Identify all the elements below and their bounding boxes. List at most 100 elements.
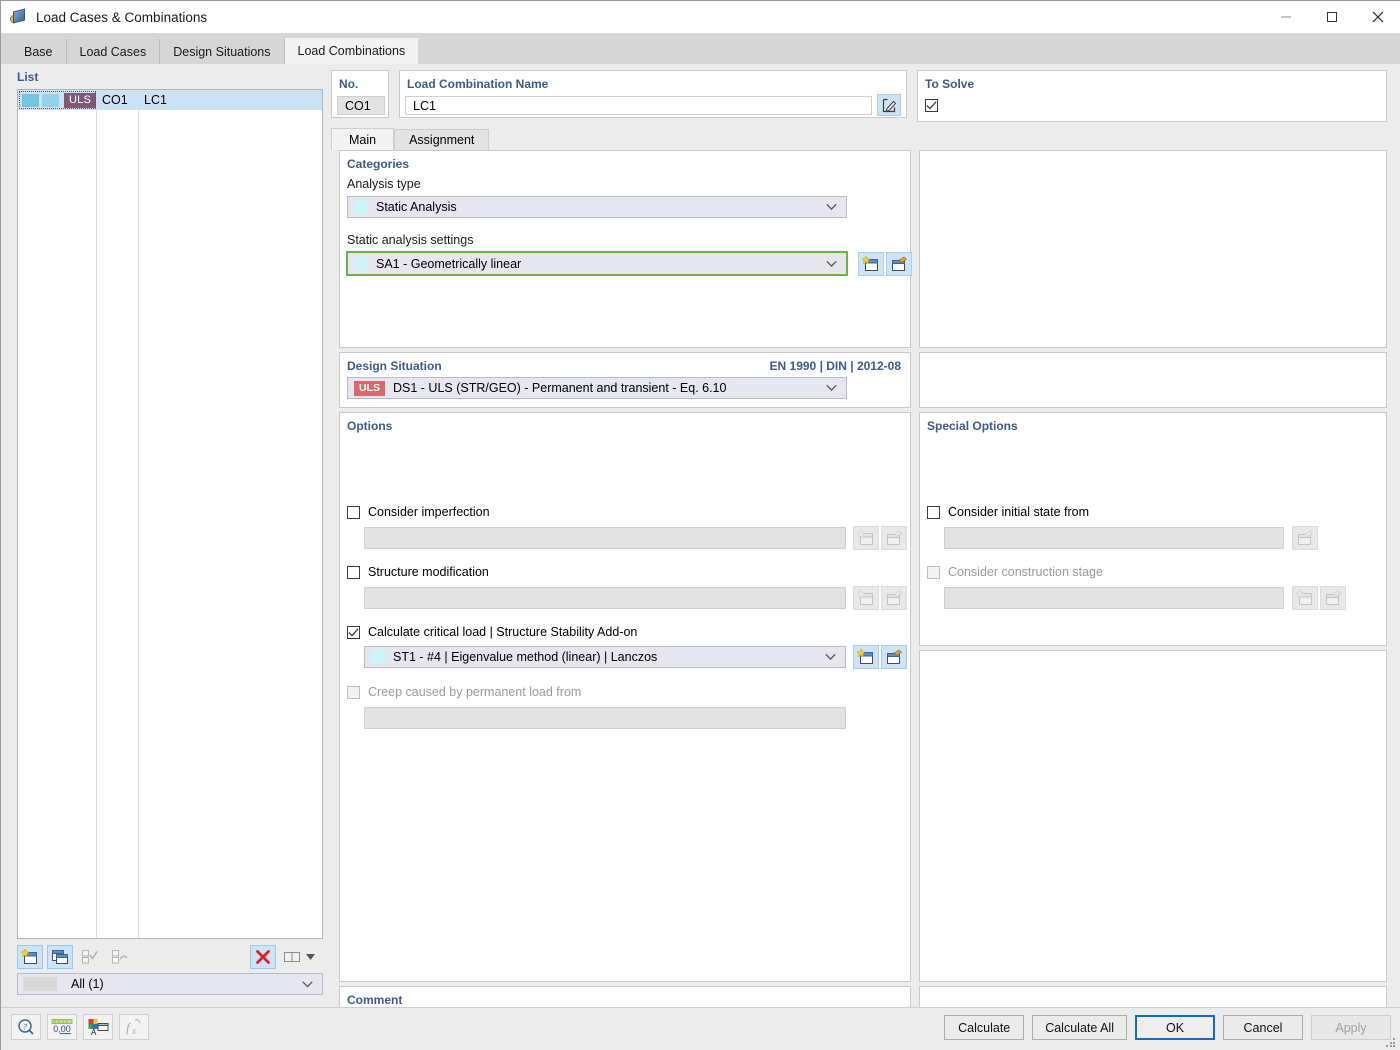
- row-number: CO1: [102, 93, 128, 107]
- edit-stability-settings-button[interactable]: [881, 645, 907, 669]
- status-icon-bar: ? 0,00: [11, 1014, 155, 1040]
- tab-main[interactable]: Main: [331, 128, 394, 150]
- inner-tab-strip: Main Assignment: [331, 128, 1387, 150]
- special-options-legend: Special Options: [927, 419, 1018, 433]
- ok-button[interactable]: OK: [1135, 1015, 1215, 1040]
- edit-construction-stage-button: [1320, 586, 1346, 610]
- new-static-settings-button[interactable]: [858, 252, 884, 276]
- static-settings-color-chip: [354, 257, 368, 271]
- new-structure-modification-button: [853, 586, 879, 610]
- consider-construction-stage-label: Consider construction stage: [948, 565, 1103, 579]
- tab-assignment[interactable]: Assignment: [394, 129, 489, 150]
- edit-structure-modification-button: [881, 586, 907, 610]
- calculate-critical-load-row[interactable]: Calculate critical load | Structure Stab…: [347, 625, 637, 639]
- display-settings-icon[interactable]: A: [83, 1014, 113, 1040]
- structure-modification-checkbox[interactable]: [347, 566, 360, 579]
- dialog-footer: ? 0,00: [1, 1007, 1400, 1050]
- list-filter-combo[interactable]: All (1): [17, 973, 323, 995]
- new-stability-settings-button[interactable]: [853, 645, 879, 669]
- copy-item-button[interactable]: [47, 945, 73, 969]
- tab-load-combinations[interactable]: Load Combinations: [285, 38, 420, 64]
- help-magnifier-icon[interactable]: ?: [11, 1014, 41, 1040]
- tab-load-cases[interactable]: Load Cases: [67, 39, 161, 64]
- number-value: CO1: [345, 99, 371, 113]
- edit-imperfection-button: [881, 526, 907, 550]
- categories-group: Categories Analysis type Static Analysis…: [339, 150, 911, 348]
- consider-imperfection-label: Consider imperfection: [368, 505, 490, 519]
- tab-design-situations[interactable]: Design Situations: [160, 39, 284, 64]
- analysis-type-color-chip: [354, 200, 368, 214]
- invert-selection-button: [107, 945, 133, 969]
- to-solve-checkbox[interactable]: [925, 99, 938, 112]
- consider-imperfection-checkbox[interactable]: [347, 506, 360, 519]
- imperfection-field: [364, 527, 846, 549]
- new-item-button[interactable]: [17, 945, 43, 969]
- combinations-list[interactable]: ULS CO1 LC1: [17, 89, 323, 939]
- app-icon: [10, 8, 28, 26]
- creep-label: Creep caused by permanent load from: [368, 685, 581, 699]
- chevron-down-icon: [826, 385, 837, 392]
- consider-initial-state-label: Consider initial state from: [948, 505, 1089, 519]
- name-group: Load Combination Name LC1: [399, 70, 907, 118]
- view-layout-dropdown-arrow[interactable]: [306, 953, 315, 962]
- calculate-all-button[interactable]: Calculate All: [1032, 1015, 1127, 1040]
- minimize-button[interactable]: [1263, 1, 1309, 33]
- close-button[interactable]: [1355, 1, 1400, 33]
- edit-pencil-icon[interactable]: [877, 94, 901, 116]
- number-group: No. CO1: [331, 70, 389, 118]
- window-controls: [1263, 1, 1400, 33]
- chevron-down-icon: [826, 204, 837, 211]
- name-label: Load Combination Name: [407, 77, 548, 91]
- design-situation-combo[interactable]: ULS DS1 - ULS (STR/GEO) - Permanent and …: [347, 377, 847, 399]
- to-solve-label: To Solve: [925, 77, 974, 91]
- stability-settings-value: ST1 - #4 | Eigenvalue method (linear) | …: [393, 650, 657, 664]
- consider-initial-state-checkbox[interactable]: [927, 506, 940, 519]
- analysis-type-label: Analysis type: [347, 177, 421, 191]
- resize-grip[interactable]: [1386, 1038, 1396, 1048]
- design-standard-label: EN 1990 | DIN | 2012-08: [770, 359, 901, 373]
- consider-initial-state-row[interactable]: Consider initial state from: [927, 505, 1089, 519]
- svg-text:x: x: [131, 1026, 136, 1036]
- initial-state-field: [944, 527, 1284, 549]
- name-input[interactable]: LC1: [405, 96, 872, 115]
- calculate-critical-load-checkbox[interactable]: [347, 626, 360, 639]
- list-panel: List ULS CO1 LC1: [17, 70, 323, 985]
- stability-settings-combo[interactable]: ST1 - #4 | Eigenvalue method (linear) | …: [364, 646, 846, 668]
- name-value: LC1: [413, 99, 436, 113]
- delete-item-button[interactable]: [250, 945, 276, 969]
- uls-badge: ULS: [354, 381, 385, 396]
- view-layout-button[interactable]: [280, 945, 306, 969]
- consider-construction-stage-checkbox: [927, 566, 940, 579]
- structure-modification-label: Structure modification: [368, 565, 489, 579]
- filter-color-swatch: [23, 977, 57, 991]
- consider-construction-stage-row: Consider construction stage: [927, 565, 1103, 579]
- select-all-button: [77, 945, 103, 969]
- creep-row: Creep caused by permanent load from: [347, 685, 581, 699]
- load-cases-combinations-window: Load Cases & Combinations Base Load Case…: [0, 0, 1400, 1050]
- calculate-button[interactable]: Calculate: [944, 1015, 1024, 1040]
- dialog-body: List ULS CO1 LC1: [1, 64, 1400, 1007]
- window-title: Load Cases & Combinations: [36, 10, 207, 25]
- design-situation-value: DS1 - ULS (STR/GEO) - Permanent and tran…: [393, 381, 726, 395]
- static-settings-value: SA1 - Geometrically linear: [376, 257, 521, 271]
- static-analysis-settings-combo[interactable]: SA1 - Geometrically linear: [346, 251, 848, 276]
- calculate-critical-load-label: Calculate critical load | Structure Stab…: [368, 625, 637, 639]
- edit-static-settings-button[interactable]: [886, 252, 912, 276]
- table-row[interactable]: ULS CO1 LC1: [18, 90, 323, 110]
- creep-field: [364, 707, 846, 729]
- formula-icon: f x: [119, 1014, 149, 1040]
- chevron-down-icon: [825, 654, 836, 661]
- decimal-places-icon[interactable]: 0,00: [47, 1014, 77, 1040]
- main-content: No. CO1 Load Combination Name LC1: [331, 64, 1387, 1007]
- new-construction-stage-button: [1292, 586, 1318, 610]
- maximize-button[interactable]: [1309, 1, 1355, 33]
- options-group: Options Consider imperfection: [339, 412, 911, 982]
- right-lower-panel: [919, 650, 1387, 982]
- list-label: List: [17, 70, 323, 84]
- consider-imperfection-row[interactable]: Consider imperfection: [347, 505, 490, 519]
- structure-modification-row[interactable]: Structure modification: [347, 565, 489, 579]
- cancel-button[interactable]: Cancel: [1223, 1015, 1303, 1040]
- special-options-group: Special Options Consider initial state f…: [919, 412, 1387, 646]
- tab-base[interactable]: Base: [11, 39, 67, 64]
- analysis-type-combo[interactable]: Static Analysis: [347, 196, 847, 218]
